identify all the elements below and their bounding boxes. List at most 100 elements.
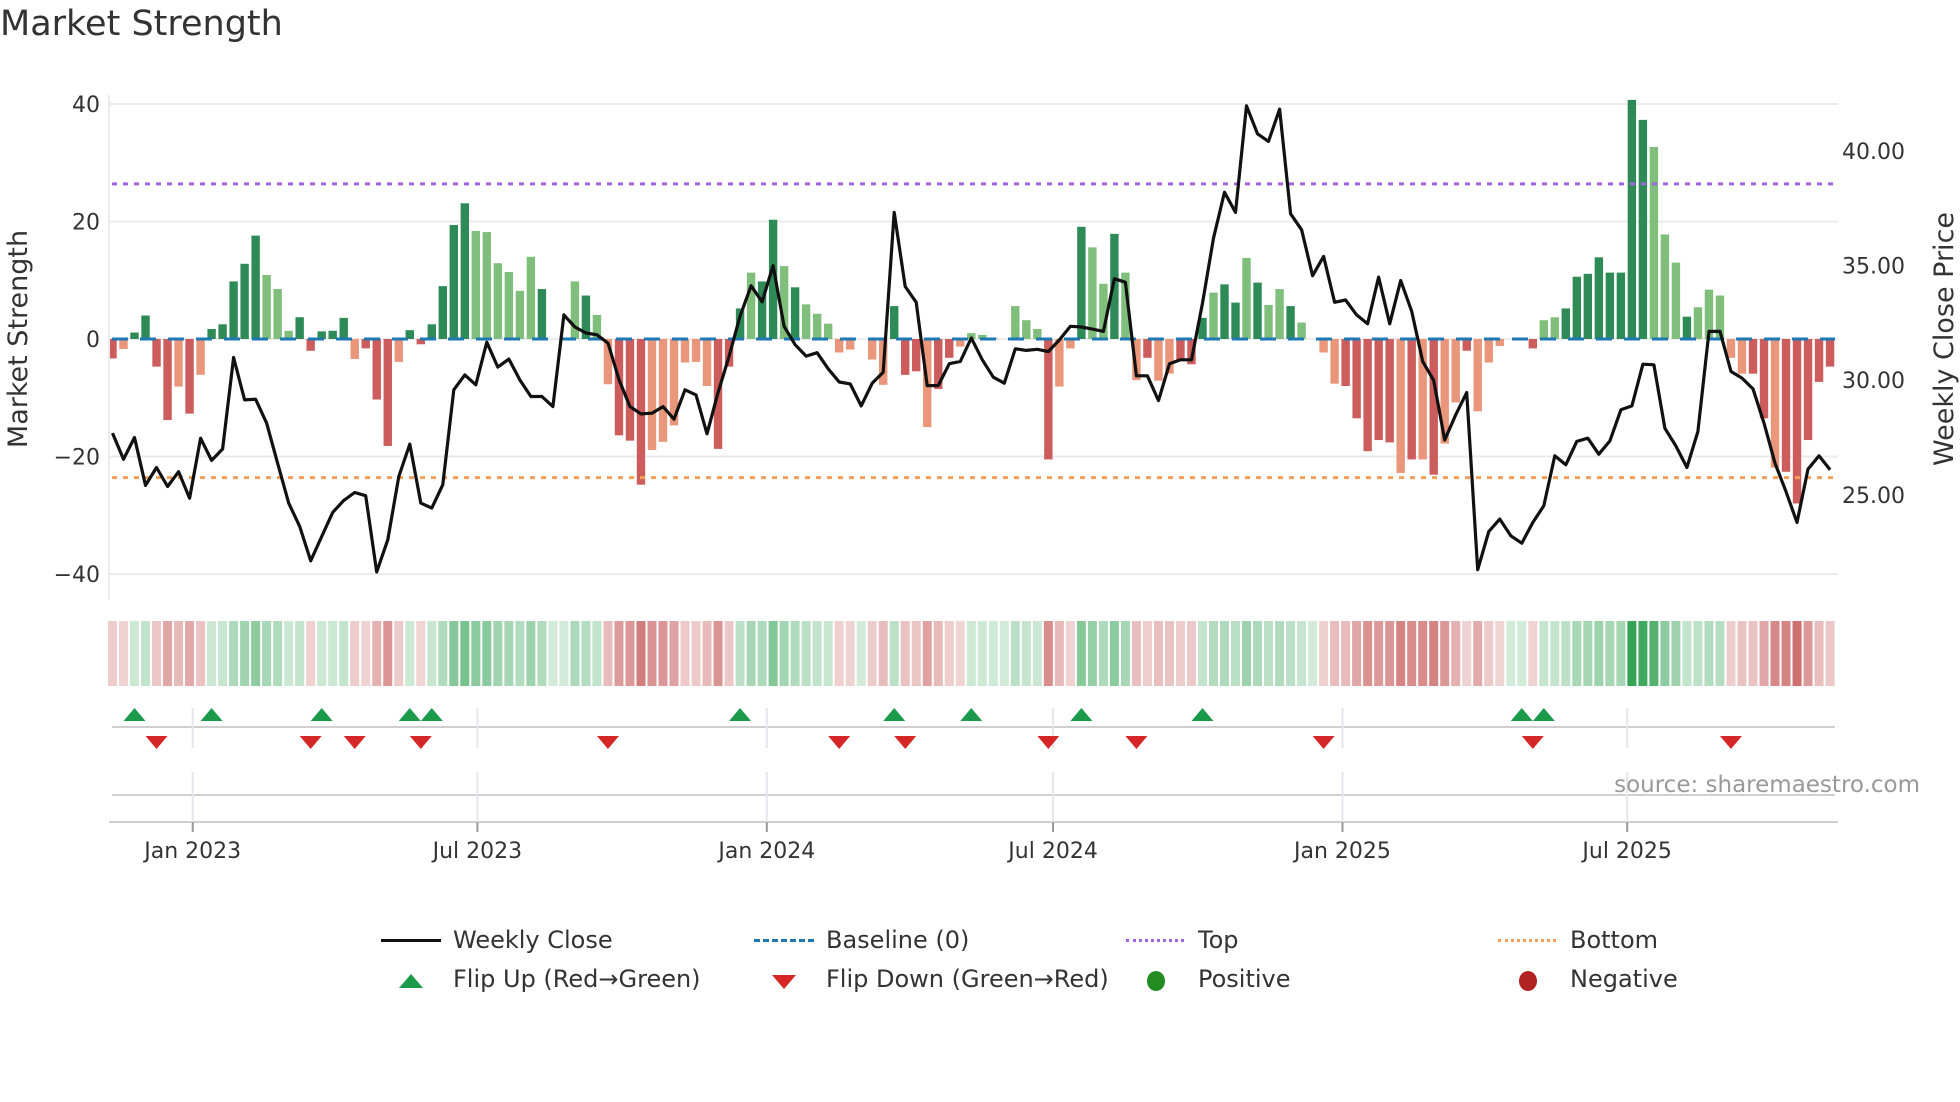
- strength-bar: [1363, 339, 1372, 452]
- strength-bar: [1088, 247, 1097, 339]
- axes: 40 20 0 −20 −40 40.00 35.00 30.00 25.00 Jan 2023 J…: [54, 93, 1905, 864]
- strength-bar: [945, 339, 954, 358]
- heat-cell: [1638, 621, 1648, 686]
- heat-cell: [1275, 621, 1285, 686]
- heat-cell: [372, 621, 382, 686]
- heat-cell: [328, 621, 338, 686]
- heat-cell: [845, 621, 855, 686]
- heat-cell: [823, 621, 833, 686]
- heat-cell: [526, 621, 536, 686]
- heat-cell: [933, 621, 943, 686]
- heat-cell: [636, 621, 646, 686]
- x-tick-label: Jul 2024: [1006, 839, 1098, 864]
- strength-bar: [1484, 339, 1493, 363]
- strength-bar: [1638, 119, 1648, 339]
- flip-down-marker: [596, 736, 619, 749]
- heat-cell: [361, 621, 371, 686]
- heat-cell: [1473, 621, 1483, 686]
- strength-bar: [229, 281, 238, 339]
- heat-cell: [119, 621, 129, 686]
- flip-down-marker: [1037, 736, 1060, 749]
- heat-cell: [570, 621, 580, 686]
- heat-cell: [163, 621, 173, 686]
- strength-bar: [845, 339, 855, 350]
- strength-bar: [1143, 339, 1152, 358]
- heat-cell: [1330, 621, 1340, 686]
- flip-down-marker: [145, 736, 168, 749]
- strength-bar: [702, 339, 712, 386]
- strength-bar: [1374, 339, 1383, 441]
- flip-down-marker: [1312, 736, 1335, 749]
- strength-bar: [185, 339, 194, 414]
- strength-bar: [383, 339, 392, 446]
- heat-cell: [493, 621, 503, 686]
- strength-bar: [1572, 276, 1582, 339]
- heat-cell: [900, 621, 910, 686]
- heat-cell: [130, 621, 140, 686]
- strength-bar: [449, 225, 459, 339]
- heat-cell: [1396, 621, 1406, 686]
- y2-tick-label: 40.00: [1842, 140, 1905, 165]
- heat-cell: [1825, 621, 1835, 686]
- strength-bar: [1429, 339, 1438, 475]
- heat-cell: [988, 621, 998, 686]
- heat-cell: [614, 621, 624, 686]
- heat-cell: [1814, 621, 1824, 686]
- strength-bar: [273, 289, 282, 339]
- heat-cell: [317, 621, 327, 686]
- heat-cell: [724, 621, 734, 686]
- heat-cell: [438, 621, 448, 686]
- flip-down-marker: [1719, 736, 1742, 749]
- flip-up-marker: [123, 708, 146, 721]
- strength-bar: [823, 323, 833, 339]
- x-tick-label: Jan 2024: [716, 839, 815, 864]
- heat-cell: [1341, 621, 1351, 686]
- heat-cell: [768, 621, 778, 686]
- strength-bar: [1264, 304, 1273, 339]
- heat-cell: [856, 621, 866, 686]
- heat-cell: [482, 621, 492, 686]
- x-tick-label: Jul 2025: [1580, 839, 1672, 864]
- strength-bar: [1319, 339, 1328, 353]
- heat-cell: [779, 621, 789, 686]
- strength-bar: [1220, 284, 1229, 339]
- strength-bar: [350, 339, 359, 359]
- flip-up-marker: [1532, 708, 1555, 721]
- flip-markers: [123, 708, 1742, 749]
- strength-bar: [306, 339, 315, 351]
- strength-bar: [1814, 339, 1824, 382]
- strength-bar: [1341, 339, 1350, 386]
- heat-cell: [1704, 621, 1714, 686]
- heat-cell: [966, 621, 976, 686]
- x-tick-label: Jan 2023: [142, 839, 241, 864]
- heat-cell: [889, 621, 899, 686]
- strength-bar: [1055, 339, 1064, 387]
- strength-bar: [1550, 317, 1560, 339]
- flip-up-marker: [1191, 708, 1214, 721]
- strength-bar: [1649, 146, 1659, 339]
- heat-cell: [295, 621, 305, 686]
- heat-cell: [735, 621, 745, 686]
- heat-cell: [691, 621, 701, 686]
- heat-cell: [790, 621, 800, 686]
- heat-cell: [1781, 621, 1791, 686]
- heat-cell: [207, 621, 217, 686]
- strength-bar: [1253, 282, 1262, 339]
- heat-cell: [1231, 621, 1241, 686]
- strength-bar: [1011, 306, 1020, 339]
- strength-bar: [1176, 339, 1185, 360]
- heat-cell: [1671, 621, 1681, 686]
- heat-cell: [504, 621, 514, 686]
- heat-cell: [1627, 621, 1637, 686]
- strength-bar: [1462, 339, 1471, 351]
- strength-bar: [460, 203, 470, 339]
- heat-cell: [834, 621, 844, 686]
- y2-tick-label: 25.00: [1842, 484, 1905, 509]
- heat-cell: [1352, 621, 1362, 686]
- heat-cell: [801, 621, 811, 686]
- flip-up-marker: [420, 708, 443, 721]
- heat-cell: [1253, 621, 1263, 686]
- heat-cell: [1539, 621, 1549, 686]
- strength-bar: [691, 339, 701, 362]
- strength-bar: [152, 339, 161, 367]
